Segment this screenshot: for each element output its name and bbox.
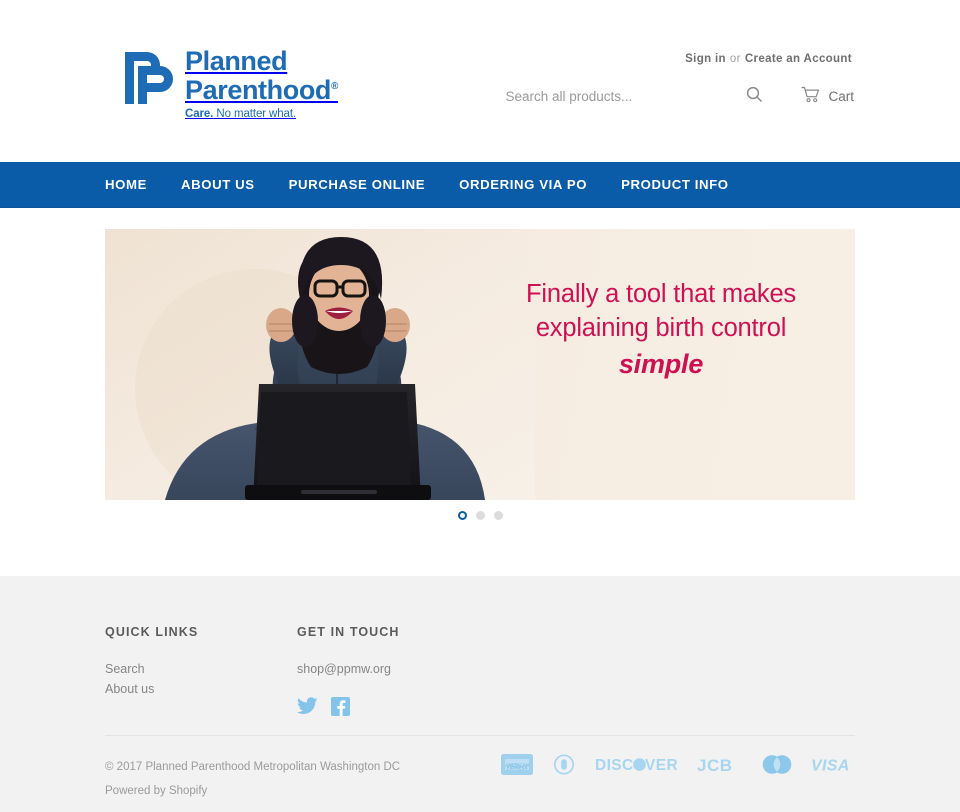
- powered-by-text: Powered by Shopify: [105, 785, 208, 797]
- svg-text:VER: VER: [645, 757, 678, 774]
- nav-item-about-us[interactable]: ABOUT US: [181, 177, 255, 192]
- search-icon: [746, 86, 763, 106]
- nav-item-purchase-online[interactable]: PURCHASE ONLINE: [289, 177, 426, 192]
- shopping-cart-icon: [801, 86, 821, 106]
- sign-in-link[interactable]: Sign in: [685, 53, 726, 65]
- mastercard-icon: [759, 754, 795, 780]
- quick-links-title: QUICK LINKS: [105, 625, 199, 639]
- nav-item-product-info[interactable]: PRODUCT INFO: [621, 177, 729, 192]
- hero-headline-line-2: explaining birth control: [535, 314, 787, 342]
- account-links: Sign in or Create an Account: [685, 53, 852, 65]
- diners-club-icon: [549, 754, 579, 780]
- jcb-icon: JCB: [697, 754, 743, 780]
- main-navigation: HOME ABOUT US PURCHASE ONLINE ORDERING V…: [0, 162, 960, 208]
- twitter-icon: [297, 697, 318, 718]
- tagline-rest: No matter what.: [213, 108, 297, 120]
- footer-legal: © 2017 Planned Parenthood Metropolitan W…: [105, 755, 400, 803]
- cart-label: Cart: [828, 88, 854, 104]
- footer-link-about-us[interactable]: About us: [105, 679, 297, 699]
- copyright-text: © 2017 Planned Parenthood Metropolitan W…: [105, 761, 401, 773]
- logo-wordmark: Planned Parenthood® Care. No matter what…: [185, 46, 338, 121]
- hero-dot-2[interactable]: [475, 511, 485, 520]
- facebook-icon: [331, 697, 350, 719]
- hero-dot-1[interactable]: [457, 511, 467, 520]
- discover-icon: DISC VER: [595, 754, 681, 780]
- footer-column-quick-links: QUICK LINKS Search About us: [105, 625, 297, 722]
- search-submit-button[interactable]: [737, 83, 771, 109]
- footer-link-search[interactable]: Search: [105, 659, 297, 679]
- site-logo[interactable]: Planned Parenthood® Care. No matter what…: [121, 46, 338, 120]
- logo-line-1: Planned: [185, 46, 288, 76]
- svg-text:JCB: JCB: [697, 756, 733, 775]
- tagline-bold: Care.: [185, 108, 214, 120]
- american-express-icon: AMERICAN EXPRESS: [501, 754, 533, 780]
- hero-dot-3[interactable]: [493, 511, 503, 520]
- payment-methods: AMERICAN EXPRESS DISC VER JCB VISA: [501, 754, 855, 780]
- search-input[interactable]: [505, 83, 714, 109]
- svg-text:EXPRESS: EXPRESS: [507, 765, 528, 770]
- cart-link[interactable]: Cart: [801, 86, 854, 106]
- header-search-area: Cart: [505, 83, 854, 109]
- get-in-touch-title: GET IN TOUCH: [297, 625, 400, 639]
- hero-section: Finally a tool that makes explaining bir…: [0, 208, 960, 520]
- nav-item-ordering-via-po[interactable]: ORDERING VIA PO: [459, 177, 587, 192]
- hero-slider-dots: [0, 511, 960, 520]
- hero-headline-emphasis: simple: [618, 349, 704, 379]
- account-or-separator: or: [729, 53, 741, 65]
- hero-headline-line-1: Finally a tool that makes: [526, 280, 796, 308]
- footer-divider: [105, 735, 855, 736]
- visa-icon: VISA: [811, 754, 855, 780]
- site-header: Planned Parenthood® Care. No matter what…: [0, 0, 960, 162]
- svg-text:DISC: DISC: [595, 757, 634, 774]
- hero-headline: Finally a tool that makes explaining bir…: [481, 277, 841, 380]
- site-footer: QUICK LINKS Search About us GET IN TOUCH…: [0, 576, 960, 812]
- create-account-link[interactable]: Create an Account: [745, 53, 852, 65]
- twitter-link[interactable]: [297, 697, 318, 722]
- footer-columns: QUICK LINKS Search About us GET IN TOUCH…: [105, 625, 597, 722]
- page-root: Planned Parenthood® Care. No matter what…: [0, 0, 960, 812]
- hero-slide[interactable]: Finally a tool that makes explaining bir…: [105, 229, 855, 500]
- footer-email-link[interactable]: shop@ppmw.org: [297, 659, 597, 679]
- nav-item-home[interactable]: HOME: [105, 177, 147, 192]
- hero-photo: [105, 229, 535, 500]
- shopify-link[interactable]: Shopify: [169, 785, 207, 797]
- logo-tagline: Care. No matter what.: [185, 108, 338, 120]
- svg-text:VISA: VISA: [811, 758, 850, 775]
- social-links: [297, 697, 597, 722]
- planned-parenthood-monogram-icon: [121, 46, 175, 110]
- facebook-link[interactable]: [331, 697, 350, 722]
- footer-column-get-in-touch: GET IN TOUCH shop@ppmw.org: [297, 625, 597, 722]
- registered-mark: ®: [331, 81, 338, 92]
- logo-line-2: Parenthood®: [185, 75, 338, 105]
